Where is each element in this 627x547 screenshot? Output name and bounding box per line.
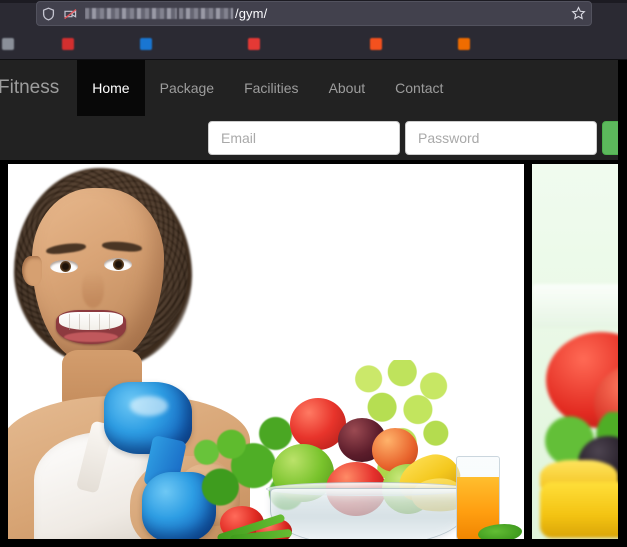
bookmark-item[interactable] [248,38,360,50]
nav-item-contact[interactable]: Contact [380,60,458,116]
fruit-and-vegetable-group [186,360,524,539]
bookmark-label-redacted [78,39,130,49]
login-form: Login [208,121,627,155]
green-leaf [478,524,522,539]
bookmark-label-redacted [156,39,238,49]
slide-2-illustration [532,164,627,539]
nav-list: Home Package Facilities About Contact [77,60,458,116]
bookmark-favicon [140,38,152,50]
email-input[interactable] [208,121,400,155]
bookmark-item[interactable] [458,38,592,50]
nose-shape [82,272,104,308]
url-visible-suffix: /gym/ [235,6,268,21]
page-right-gutter [618,60,627,547]
browser-chrome: /gym/ [0,0,627,60]
carousel-slide-1[interactable] [8,164,524,539]
hero-carousel[interactable] [0,164,627,547]
page-viewport: Fitness Home Package Facilities About Co… [0,60,627,547]
mouth-shape [56,310,126,344]
site-brand[interactable]: Fitness [0,60,59,116]
carousel-slide-2[interactable] [532,164,627,539]
bookmarks-bar[interactable] [0,30,627,58]
bookmark-label-redacted [264,39,360,49]
nav-item-facilities[interactable]: Facilities [229,60,313,116]
slide-2-corn [540,482,627,538]
nav-item-package[interactable]: Package [145,60,229,116]
password-input[interactable] [405,121,597,155]
bookmark-star-icon[interactable] [565,6,591,21]
bookmark-item[interactable] [2,38,52,50]
bookmark-label-redacted [18,39,52,49]
carousel-bottom-mask [0,539,627,547]
glass-bowl [270,488,466,539]
ear-shape [22,256,42,286]
nav-item-about[interactable]: About [314,60,381,116]
bookmark-favicon [370,38,382,50]
bookmark-favicon [458,38,470,50]
url-redacted-path [179,8,233,19]
bookmark-favicon [62,38,74,50]
bookmark-favicon [248,38,260,50]
login-form-row: Login [0,116,627,160]
camera-blocked-icon[interactable] [59,3,81,25]
url-text[interactable]: /gym/ [85,6,565,21]
lower-lip [64,332,118,342]
bookmark-label-redacted [474,39,592,49]
bookmark-label-redacted [386,39,448,49]
site-navbar: Fitness Home Package Facilities About Co… [0,60,627,116]
url-redacted-host [85,8,177,19]
bookmark-favicon [2,38,14,50]
bookmark-item[interactable] [62,38,130,50]
shield-icon[interactable] [37,3,59,25]
carousel-track [8,164,627,539]
iris-right [113,259,124,270]
iris-left [60,261,71,272]
slide-2-glass [532,284,627,328]
bookmark-item[interactable] [140,38,238,50]
nav-item-home[interactable]: Home [77,60,145,116]
address-bar[interactable]: /gym/ [36,1,592,26]
dumbbell-highlight [130,396,168,416]
teeth-shape [59,312,123,330]
bookmark-item[interactable] [370,38,448,50]
